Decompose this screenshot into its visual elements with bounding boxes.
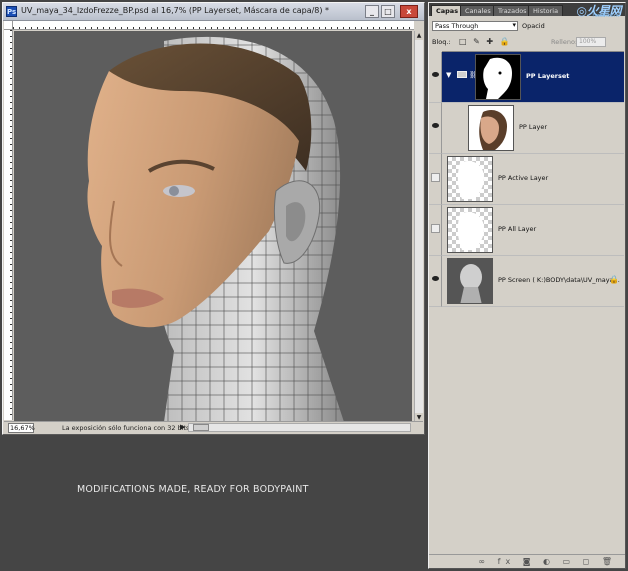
fill-label: Relleno: [551, 38, 578, 46]
layer-row-pp-layerset[interactable]: ▼ ⛓ PP Layerset [429, 52, 624, 103]
layers-list: ▼ ⛓ PP Layerset PP Layer PP Active Layer… [429, 51, 624, 307]
folder-icon [457, 71, 467, 78]
document-canvas[interactable] [14, 31, 412, 422]
visibility-toggle[interactable] [429, 103, 442, 154]
hidden-eye-icon [431, 224, 440, 233]
vertical-scrollbar[interactable]: ▲ ▼ [414, 31, 423, 422]
document-titlebar[interactable]: Ps UV_maya_34_IzdoFrezze_BP.psd al 16,7%… [3, 3, 424, 21]
lock-label: Bloq.: [432, 38, 451, 46]
lock-row: Bloq.: □ ✎ ✚ 🔒 Relleno: 100% [429, 36, 625, 49]
horizontal-scroll-thumb[interactable] [193, 424, 209, 431]
face-thumbnail-image [479, 109, 507, 150]
lock-icon: 🔒 [609, 275, 619, 284]
blend-mode-select[interactable]: Pass Through [432, 21, 518, 31]
vertical-ruler[interactable] [4, 30, 13, 420]
eye-icon [432, 276, 439, 281]
panel-tab-row: Capas Canales Trazados Historia ◎火星网 hxs… [429, 3, 625, 19]
eye-icon [432, 72, 439, 77]
layers-empty-area[interactable] [429, 307, 625, 553]
zoom-field[interactable]: 16,67% [8, 423, 35, 433]
layer-row-pp-screen[interactable]: PP Screen ( K:)BODY\data\UV_maya... 🔒 [429, 256, 624, 307]
layers-panel: Capas Canales Trazados Historia ◎火星网 hxs… [428, 2, 626, 569]
layer-name: PP Active Layer [498, 174, 549, 182]
lock-options-icon[interactable]: □ ✎ ✚ 🔒 [459, 37, 512, 46]
layer-row-pp-all-layer[interactable]: PP All Layer [429, 205, 624, 256]
layer-thumbnail[interactable] [468, 105, 514, 151]
layer-row-pp-layer[interactable]: PP Layer [429, 103, 624, 154]
tab-trazados[interactable]: Trazados [493, 5, 532, 16]
photoshop-icon: Ps [6, 6, 17, 17]
layer-name: PP Screen ( K:)BODY\data\UV_maya... [498, 276, 620, 284]
panel-footer: ∞ fx ◙ ◐ ▭ ◻ 🗑 [429, 554, 625, 568]
blend-row: Pass Through Opacid [429, 19, 625, 33]
mask-shape-icon [483, 57, 512, 99]
close-button[interactable]: x [400, 5, 418, 18]
layer-actions-icons[interactable]: ∞ fx ◙ ◐ ▭ ◻ 🗑 [478, 557, 617, 566]
layer-name: PP Layerset [526, 72, 570, 80]
mask-shape-icon [457, 211, 484, 250]
layer-mask-thumbnail[interactable] [475, 54, 521, 100]
visibility-toggle[interactable] [429, 205, 442, 256]
document-title: UV_maya_34_IzdoFrezze_BP.psd al 16,7% (P… [21, 6, 330, 15]
maximize-button[interactable]: □ [381, 5, 395, 18]
tab-historia[interactable]: Historia [528, 5, 564, 16]
tab-capas[interactable]: Capas [431, 5, 464, 16]
ruler-corner[interactable] [4, 21, 13, 30]
visibility-toggle[interactable] [429, 52, 442, 103]
layer-row-pp-active-layer[interactable]: PP Active Layer [429, 154, 624, 205]
expand-arrow-icon[interactable]: ▼ [446, 71, 451, 79]
scroll-up-arrow-icon[interactable]: ▲ [415, 31, 423, 40]
layer-thumbnail[interactable] [447, 258, 493, 304]
layer-name: PP All Layer [498, 225, 537, 233]
status-message: La exposición sólo funciona con 32 bits [62, 424, 190, 432]
fill-field[interactable]: 100% [576, 37, 606, 47]
caption-text: MODIFICATIONS MADE, READY FOR BODYPAINT [77, 484, 309, 495]
tab-canales[interactable]: Canales [460, 5, 496, 16]
minimize-button[interactable]: _ [365, 5, 379, 18]
horizontal-scrollbar[interactable] [188, 423, 411, 432]
layer-thumbnail[interactable] [447, 207, 493, 253]
visibility-toggle[interactable] [429, 154, 442, 205]
document-window: Ps UV_maya_34_IzdoFrezze_BP.psd al 16,7%… [2, 2, 425, 435]
horizontal-ruler[interactable] [13, 21, 414, 30]
layer-name: PP Layer [519, 123, 548, 131]
visibility-toggle[interactable] [429, 256, 442, 307]
gray-head-thumbnail-image [460, 264, 482, 303]
head-render-image [87, 36, 344, 422]
opacity-label: Opacid [522, 22, 545, 30]
layer-thumbnail[interactable] [447, 156, 493, 202]
hidden-eye-icon [431, 173, 440, 182]
status-bar: 16,67% La exposición sólo funciona con 3… [4, 421, 423, 433]
eye-icon [432, 123, 439, 128]
mask-shape-icon [457, 160, 484, 199]
status-menu-arrow-icon[interactable]: ▶ [180, 423, 185, 431]
